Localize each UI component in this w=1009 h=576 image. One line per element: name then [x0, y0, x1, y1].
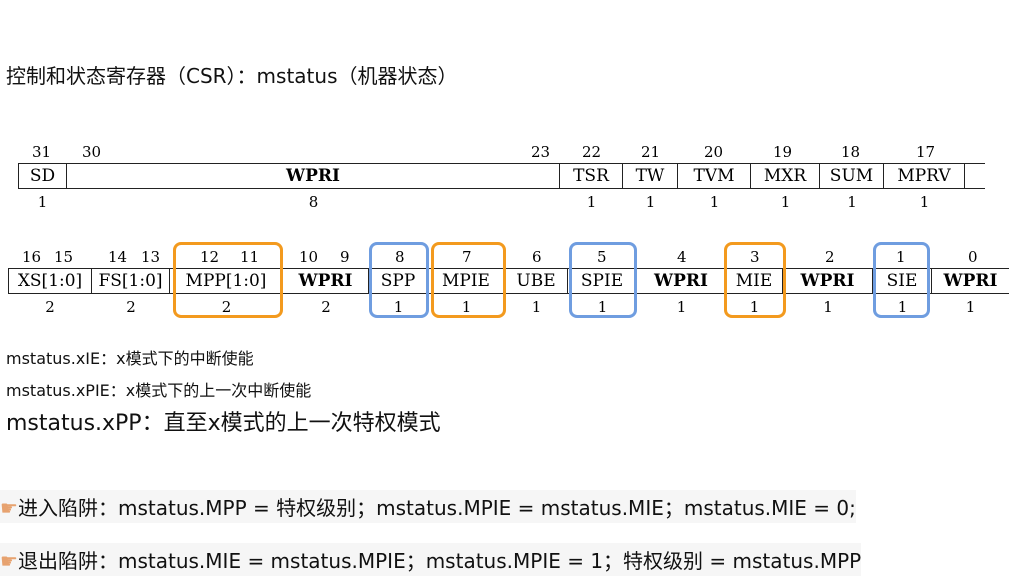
field-fs10: FS[1:0] — [92, 269, 170, 293]
bit-number: 15 — [54, 248, 74, 266]
field-width: 1 — [531, 298, 542, 316]
bit-number: 19 — [773, 143, 793, 161]
trap-enter-line: ☛进入陷阱：mstatus.MPP = 特权级别；mstatus.MPIE = … — [0, 490, 856, 523]
field-sd: SD — [18, 164, 67, 188]
field-mpie: MPIE — [428, 269, 505, 293]
field-mxr: MXR — [751, 164, 820, 188]
bit-number: 2 — [825, 248, 835, 266]
note-xpp: mstatus.xPP：直至x模式的上一次特权模式 — [6, 411, 441, 436]
bit-number: 0 — [968, 248, 978, 266]
field-sie: SIE — [873, 269, 932, 293]
field-width: 1 — [597, 298, 608, 316]
bit-number: 21 — [641, 143, 661, 161]
bit-number: 9 — [340, 248, 350, 266]
field-width: 1 — [461, 298, 472, 316]
bit-number: 11 — [240, 248, 260, 266]
bit-number: 12 — [200, 248, 220, 266]
field-mprv: MPRV — [884, 164, 965, 188]
bit-number: 8 — [395, 248, 405, 266]
trap-exit-text: 退出陷阱：mstatus.MIE = mstatus.MPIE；mstatus.… — [18, 549, 862, 573]
field-row: XS[1:0] FS[1:0] MPP[1:0] WPRI SPP MPIE UBE SPIE… — [8, 268, 1009, 294]
bit-number: 1 — [896, 248, 906, 266]
field-wpri: WPRI — [637, 269, 726, 293]
field-width: 2 — [45, 298, 55, 316]
field-tw: TW — [623, 164, 678, 188]
bit-number: 31 — [32, 143, 52, 161]
field-tsr: TSR — [560, 164, 623, 188]
note-xpie: mstatus.xPIE：x模式下的上一次中断使能 — [6, 381, 312, 400]
bit-number: 14 — [108, 248, 128, 266]
field-mpp10: MPP[1:0] — [170, 269, 283, 293]
field-wpri: WPRI — [67, 164, 560, 188]
bit-number: 5 — [597, 248, 607, 266]
field-xs10: XS[1:0] — [8, 269, 92, 293]
field-width: 1 — [823, 298, 833, 316]
field-width: 1 — [645, 193, 656, 211]
field-wpri: WPRI — [943, 271, 998, 291]
bit-number: 10 — [299, 248, 319, 266]
hand-pointing-icon: ☛ — [0, 549, 18, 573]
field-sum: SUM — [820, 164, 884, 188]
field-wpri: WPRI — [283, 269, 369, 293]
field-width: 1 — [780, 193, 791, 211]
field-width: 1 — [749, 298, 760, 316]
field-spp: SPP — [369, 269, 428, 293]
bit-number: 23 — [531, 143, 551, 161]
trap-enter-text: 进入陷阱：mstatus.MPP = 特权级别；mstatus.MPIE = m… — [18, 496, 856, 520]
field-row: SD WPRI TSR TW TVM MXR SUM MPRV — [18, 163, 985, 189]
field-width: 1 — [965, 298, 976, 316]
bit-number: 4 — [677, 248, 687, 266]
trap-exit-line: ☛退出陷阱：mstatus.MIE = mstatus.MPIE；mstatus… — [0, 543, 862, 576]
bit-number: 7 — [462, 248, 472, 266]
field-width: 1 — [586, 193, 597, 211]
bit-number: 22 — [582, 143, 602, 161]
bit-number: 13 — [141, 248, 161, 266]
field-width: 2 — [126, 298, 136, 316]
bit-number: 30 — [82, 143, 102, 161]
field-width: 1 — [393, 298, 404, 316]
bit-number: 18 — [841, 143, 861, 161]
bit-number: 17 — [916, 143, 936, 161]
field-wpri: WPRI — [783, 269, 873, 293]
field-width: 1 — [709, 193, 720, 211]
field-spie: SPIE — [568, 269, 637, 293]
page-title: 控制和状态寄存器（CSR）：mstatus（机器状态） — [6, 64, 458, 88]
field-width: 8 — [308, 193, 319, 211]
field-width: 1 — [676, 298, 687, 316]
field-ube: UBE — [505, 269, 568, 293]
field-width: 2 — [321, 298, 331, 316]
note-xie: mstatus.xIE：x模式下的中断使能 — [6, 349, 254, 368]
field-width: 2 — [221, 298, 232, 316]
field-width: 1 — [37, 193, 48, 211]
field-width: 1 — [919, 193, 930, 211]
field-width: 1 — [897, 298, 908, 316]
field-tvm: TVM — [678, 164, 751, 188]
field-width: 1 — [847, 193, 857, 211]
bit-number: 20 — [704, 143, 724, 161]
bit-number: 6 — [532, 248, 542, 266]
bit-number: 3 — [750, 248, 760, 266]
bit-number: 16 — [22, 248, 42, 266]
hand-pointing-icon: ☛ — [0, 496, 18, 520]
field-mie: MIE — [726, 269, 783, 293]
